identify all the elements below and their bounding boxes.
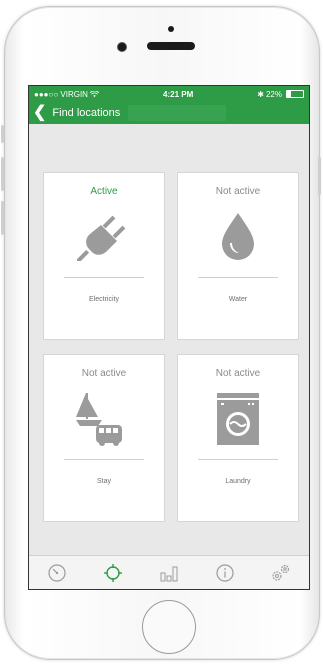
battery-percent: 22% <box>265 89 282 99</box>
tile-divider <box>64 277 144 278</box>
boat-van-icon <box>76 393 122 446</box>
back-button[interactable]: Find locations <box>52 107 120 119</box>
tile-status: Not active <box>215 368 261 379</box>
tile-divider <box>64 459 144 460</box>
carrier-label: ●●●○○ VIRGIN <box>34 89 88 99</box>
tile-electricity[interactable]: Active Electricity <box>43 172 165 340</box>
home-button[interactable] <box>142 600 196 654</box>
status-bar: ●●●○○ VIRGIN 4:21 PM ✱ 22% <box>29 86 309 102</box>
tile-status: Not active <box>215 186 261 197</box>
tile-water[interactable]: Not active Water <box>177 172 299 340</box>
tile-label: Stay <box>96 478 111 485</box>
tile-label: Laundry <box>225 478 251 485</box>
washing-machine-icon <box>217 393 259 445</box>
power-button <box>318 157 321 195</box>
earpiece-speaker <box>147 42 195 50</box>
nav-placeholder <box>128 105 227 121</box>
tab-gauge[interactable] <box>45 561 69 585</box>
bluetooth-icon: ✱ <box>257 89 264 99</box>
plug-icon <box>77 215 126 261</box>
volume-down-button <box>1 201 4 235</box>
tile-divider <box>198 277 278 278</box>
gauge-icon <box>48 563 66 582</box>
info-icon <box>216 563 234 582</box>
back-chevron-icon[interactable]: ❮ <box>33 105 46 121</box>
tab-info[interactable] <box>213 561 237 585</box>
mute-switch <box>1 125 4 143</box>
tile-divider <box>198 459 278 460</box>
bar-chart-icon <box>160 566 178 581</box>
tile-label: Electricity <box>89 296 119 303</box>
screen: ●●●○○ VIRGIN 4:21 PM ✱ 22% ❮ Find locati… <box>28 85 310 590</box>
clock: 4:21 PM <box>163 89 194 99</box>
tile-label: Water <box>228 296 248 303</box>
battery-icon <box>286 90 304 98</box>
wifi-icon <box>89 90 99 97</box>
content-area: Active Electricity Not active Water Not … <box>29 124 309 556</box>
tile-laundry[interactable]: Not active Laundry <box>177 354 299 522</box>
settings-gears-icon <box>272 564 290 581</box>
tile-status: Not active <box>81 368 127 379</box>
tab-locate[interactable] <box>101 561 125 585</box>
navigation-bar: ❮ Find locations <box>29 102 309 124</box>
tile-status: Active <box>90 186 118 197</box>
tab-bar <box>29 555 309 589</box>
front-camera <box>117 42 127 52</box>
tile-stay[interactable]: Not active Stay <box>43 354 165 522</box>
proximity-sensor <box>168 26 174 32</box>
tab-settings[interactable] <box>269 561 293 585</box>
volume-up-button <box>1 157 4 191</box>
battery-status: ✱ 22% <box>257 90 304 99</box>
tab-statistics[interactable] <box>157 561 181 585</box>
crosshair-icon <box>104 563 122 582</box>
water-drop-icon <box>222 213 254 260</box>
